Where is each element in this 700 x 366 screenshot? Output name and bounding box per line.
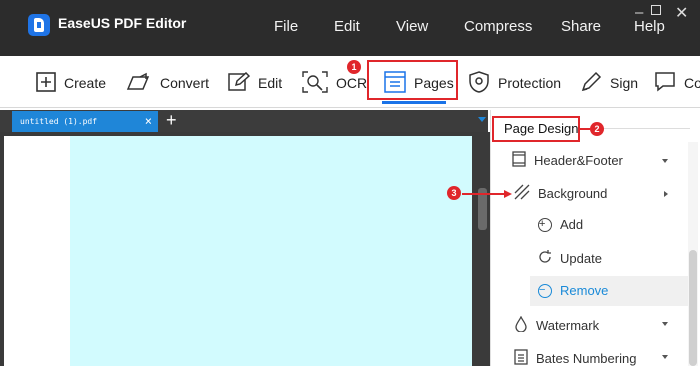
new-tab-button[interactable]: + [166, 110, 177, 131]
pencil-edit-icon [228, 71, 251, 95]
menu-edit[interactable]: Edit [334, 18, 360, 35]
chevron-down-icon[interactable] [662, 159, 668, 163]
chevron-down-icon[interactable] [662, 355, 668, 359]
chevron-down-icon[interactable] [662, 322, 668, 326]
shield-icon [468, 70, 490, 96]
sign-label: Sign [610, 75, 639, 91]
background-label: Background [538, 186, 608, 201]
comment-label: Co [684, 75, 700, 91]
panel-subitem-update[interactable]: Update [538, 250, 602, 267]
menu-share[interactable]: Share [561, 18, 601, 35]
page-margin-area [4, 136, 70, 366]
refresh-icon [538, 250, 552, 267]
protection-button[interactable]: Protection [468, 66, 561, 100]
create-button[interactable]: Create [36, 66, 106, 100]
menu-view[interactable]: View [396, 18, 428, 35]
document-tab-bar: untitled (1).pdf × + [0, 110, 488, 132]
plus-box-icon [36, 71, 56, 95]
document-scrollbar[interactable] [476, 136, 488, 366]
panel-subitem-remove[interactable]: − Remove [538, 283, 608, 298]
pages-highlight-box [367, 60, 458, 100]
document-tab[interactable]: untitled (1).pdf × [12, 111, 158, 132]
comment-button[interactable]: Co [654, 66, 700, 100]
pen-sign-icon [580, 71, 602, 96]
tab-list-dropdown-icon[interactable] [478, 117, 486, 122]
update-label: Update [560, 251, 602, 266]
remove-label: Remove [560, 283, 609, 298]
app-logo-icon [28, 14, 50, 36]
panel-scrollbar-thumb[interactable] [689, 250, 697, 366]
ocr-scan-icon [302, 70, 328, 96]
maximize-icon[interactable] [651, 5, 661, 15]
panel-subitem-add[interactable]: + Add [538, 217, 583, 232]
ocr-label: OCR [336, 75, 368, 91]
step-badge-2: 2 [590, 122, 604, 136]
watermark-drop-icon [514, 315, 528, 335]
pages-active-underline [382, 101, 446, 104]
convert-button[interactable]: Convert [126, 66, 209, 100]
header-footer-label: Header&Footer [534, 153, 623, 168]
convert-label: Convert [160, 75, 210, 91]
add-circle-icon: + [538, 217, 552, 232]
bates-numbering-icon [514, 349, 528, 366]
comment-icon [654, 71, 676, 96]
protection-label: Protection [498, 75, 562, 91]
pdf-page-background[interactable] [70, 136, 472, 366]
sign-button[interactable]: Sign [580, 66, 638, 100]
panel-title: Page Design [504, 121, 579, 136]
panel-item-bates-numbering[interactable]: Bates Numbering [514, 349, 636, 366]
close-tab-icon[interactable]: × [145, 114, 152, 128]
bates-numbering-label: Bates Numbering [536, 351, 637, 366]
title-bar: EaseUS PDF Editor File Edit View Compres… [0, 0, 700, 56]
edit-label: Edit [258, 75, 283, 91]
add-label: Add [560, 217, 584, 232]
chevron-right-icon[interactable] [664, 191, 668, 197]
remove-circle-icon: − [538, 283, 552, 298]
watermark-label: Watermark [536, 318, 600, 333]
background-stripes-icon [514, 184, 530, 203]
panel-item-background[interactable]: Background [514, 184, 607, 203]
document-tab-label: untitled (1).pdf [20, 117, 98, 126]
annotation-arrow-icon [462, 190, 512, 198]
app-title: EaseUS PDF Editor [58, 15, 187, 31]
badge-2-connector [580, 128, 590, 130]
close-window-icon[interactable]: ✕ [675, 3, 688, 23]
convert-icon [126, 72, 152, 95]
menu-file[interactable]: File [274, 18, 298, 35]
menu-compress[interactable]: Compress [464, 18, 532, 35]
minimize-icon[interactable]: – [635, 4, 643, 21]
step-badge-3: 3 [447, 186, 461, 200]
panel-item-header-footer[interactable]: Header&Footer [512, 151, 623, 170]
create-label: Create [64, 75, 107, 91]
header-footer-icon [512, 151, 526, 170]
edit-button[interactable]: Edit [228, 66, 282, 100]
step-badge-1: 1 [347, 60, 361, 74]
panel-item-watermark[interactable]: Watermark [514, 315, 600, 335]
